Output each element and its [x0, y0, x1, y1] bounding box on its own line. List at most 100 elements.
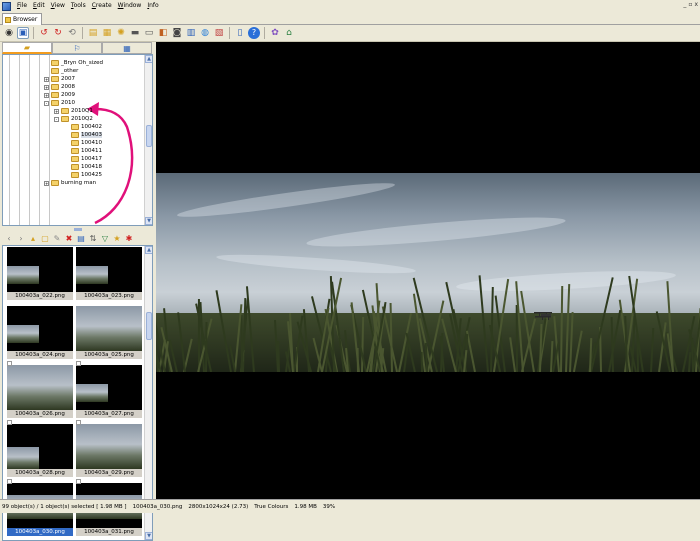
menu-item-info[interactable]: Info	[144, 0, 161, 12]
open-folder-icon[interactable]: ▤	[87, 27, 99, 39]
thumbnail-checkbox[interactable]	[7, 361, 12, 366]
collapse-icon[interactable]: -	[44, 100, 49, 106]
delete-icon[interactable]: ✖	[64, 234, 74, 244]
tree-item[interactable]: 100417	[71, 155, 102, 163]
tree-item[interactable]: 100403	[71, 131, 102, 139]
tree-item[interactable]: 100411	[71, 147, 102, 155]
thumbnail-item[interactable]: 100403a_022.png	[7, 247, 73, 300]
tree-item[interactable]: _Bryn Oh_sized	[51, 59, 103, 67]
folder-icon	[71, 172, 79, 178]
tree-item[interactable]: 100425	[71, 171, 102, 179]
tab-favorites[interactable]: ▦	[102, 42, 152, 54]
biplane	[534, 312, 552, 320]
forward-icon[interactable]: ›	[16, 234, 26, 244]
scanner-icon[interactable]: ▬	[129, 27, 141, 39]
expand-icon[interactable]: +	[44, 180, 49, 186]
refresh-icon[interactable]: ⟲	[66, 27, 78, 39]
tab-folders[interactable]: ▰	[2, 42, 52, 54]
app-icon[interactable]	[2, 1, 11, 11]
thumbnail-item[interactable]: 100403a_025.png	[76, 306, 142, 359]
tree-item[interactable]: 100402	[71, 123, 102, 131]
tree-item[interactable]: - 2010Q2	[54, 115, 93, 123]
new-folder-icon[interactable]: ▢	[40, 234, 50, 244]
thumbnail-item[interactable]: 100403a_029.png	[76, 420, 142, 477]
slideshow-icon[interactable]: ▥	[185, 27, 197, 39]
tab-browser[interactable]: Browser	[2, 13, 42, 25]
parent-folder-icon[interactable]: ▴	[28, 234, 38, 244]
tab-categories[interactable]: ⚐	[52, 42, 102, 54]
tree-item[interactable]: +2009	[44, 91, 75, 99]
scroll-down-arrow[interactable]: ▼	[145, 532, 152, 540]
left-panel: ▰ ⚐ ▦ ▲ ▼ _Bryn Oh_sized _other +2007 +2008…	[0, 42, 155, 541]
rotate-right-icon[interactable]: ↻	[52, 27, 64, 39]
thumbnail-item[interactable]: 100403a_027.png	[76, 361, 142, 418]
folder-tree[interactable]: ▲ ▼ _Bryn Oh_sized _other +2007 +2008 +2009-…	[2, 54, 153, 226]
tree-item[interactable]: 100418	[71, 163, 102, 171]
scroll-up-arrow[interactable]: ▲	[145, 246, 152, 254]
menu-item-view[interactable]: View	[48, 0, 68, 12]
menu-item-edit[interactable]: Edit	[30, 0, 48, 12]
thumbnail-checkbox[interactable]	[76, 479, 81, 484]
restore-button[interactable]: ▫	[688, 1, 692, 8]
home-icon[interactable]: ⌂	[283, 27, 295, 39]
thumbnail-grid[interactable]: ▲ ▼ 100403a_022.png 100403a_023.png 100403…	[2, 245, 153, 541]
tree-item[interactable]: +2007	[44, 75, 75, 83]
thumbnail-checkbox[interactable]	[7, 420, 12, 425]
web-icon[interactable]: ◍	[199, 27, 211, 39]
menu-item-tools[interactable]: Tools	[68, 0, 89, 12]
edit-icon[interactable]: ✎	[52, 234, 62, 244]
thumbnail-checkbox[interactable]	[76, 420, 81, 425]
expand-icon[interactable]: +	[44, 84, 49, 90]
tree-item[interactable]: + burning man	[44, 179, 96, 187]
thumbnail-item[interactable]: 100403a_024.png	[7, 306, 73, 359]
tree-item[interactable]: 100410	[71, 139, 102, 147]
view-icon[interactable]: ◉	[3, 27, 15, 39]
print-icon[interactable]: ▭	[143, 27, 155, 39]
splitter-grip[interactable]	[74, 228, 82, 231]
browse-folder-icon[interactable]: ▦	[101, 27, 113, 39]
grass-blades	[156, 173, 700, 372]
thumbnail-item[interactable]: 100403a_028.png	[7, 420, 73, 477]
thumbnail-checkbox[interactable]	[7, 479, 12, 484]
thumbnail-caption: 100403a_028.png	[7, 469, 73, 477]
browser-toolbar: ‹ › ▴ ▢ ✎ ✖ ▤ ⇅ ▽ ★ ✱	[2, 232, 153, 245]
thumbnail-item[interactable]: 100403a_026.png	[7, 361, 73, 418]
camera-icon[interactable]: ◙	[171, 27, 183, 39]
expand-icon[interactable]: +	[44, 92, 49, 98]
rotate-left-icon[interactable]: ↺	[38, 27, 50, 39]
thumbnail-item[interactable]: 100403a_023.png	[76, 247, 142, 300]
thumbnail-checkbox[interactable]	[76, 361, 81, 366]
browser-mode-icon[interactable]: ▣	[17, 27, 29, 39]
menu-item-create[interactable]: Create	[89, 0, 115, 12]
fullscreen-icon[interactable]: ▯	[234, 27, 246, 39]
window-controls: _ ▫ x	[683, 1, 698, 8]
scroll-thumb[interactable]	[146, 312, 152, 340]
find-icon[interactable]: ✱	[124, 234, 134, 244]
tree-item[interactable]: +2008	[44, 83, 75, 91]
expand-icon[interactable]: +	[54, 108, 59, 114]
plugins-icon[interactable]: ✿	[269, 27, 281, 39]
tree-item[interactable]: _other	[51, 67, 78, 75]
collapse-icon[interactable]: -	[54, 116, 59, 122]
tree-item[interactable]: - 2010	[44, 99, 75, 107]
favorite-icon[interactable]: ★	[112, 234, 122, 244]
image-viewer[interactable]	[156, 42, 700, 499]
thumbnail-scrollbar[interactable]: ▲ ▼	[144, 246, 152, 540]
close-button[interactable]: x	[694, 1, 698, 8]
convert-icon[interactable]: ◧	[157, 27, 169, 39]
help-icon[interactable]: ?	[248, 27, 260, 39]
settings-icon[interactable]: ✺	[115, 27, 127, 39]
expand-icon[interactable]: +	[44, 76, 49, 82]
menu-item-file[interactable]: File	[14, 0, 30, 12]
view-mode-icon[interactable]: ▤	[76, 234, 86, 244]
tree-item[interactable]: +2010Q1	[54, 107, 93, 115]
sort-icon[interactable]: ⇅	[88, 234, 98, 244]
minimize-button[interactable]: _	[683, 1, 686, 8]
back-icon[interactable]: ‹	[4, 234, 14, 244]
menu-item-window[interactable]: Window	[115, 0, 145, 12]
filter-icon[interactable]: ▽	[100, 234, 110, 244]
scroll-up-arrow[interactable]: ▲	[145, 55, 152, 63]
tree-item-label: 2010Q2	[71, 116, 93, 122]
grass-blade	[568, 311, 574, 372]
contact-sheet-icon[interactable]: ▧	[213, 27, 225, 39]
